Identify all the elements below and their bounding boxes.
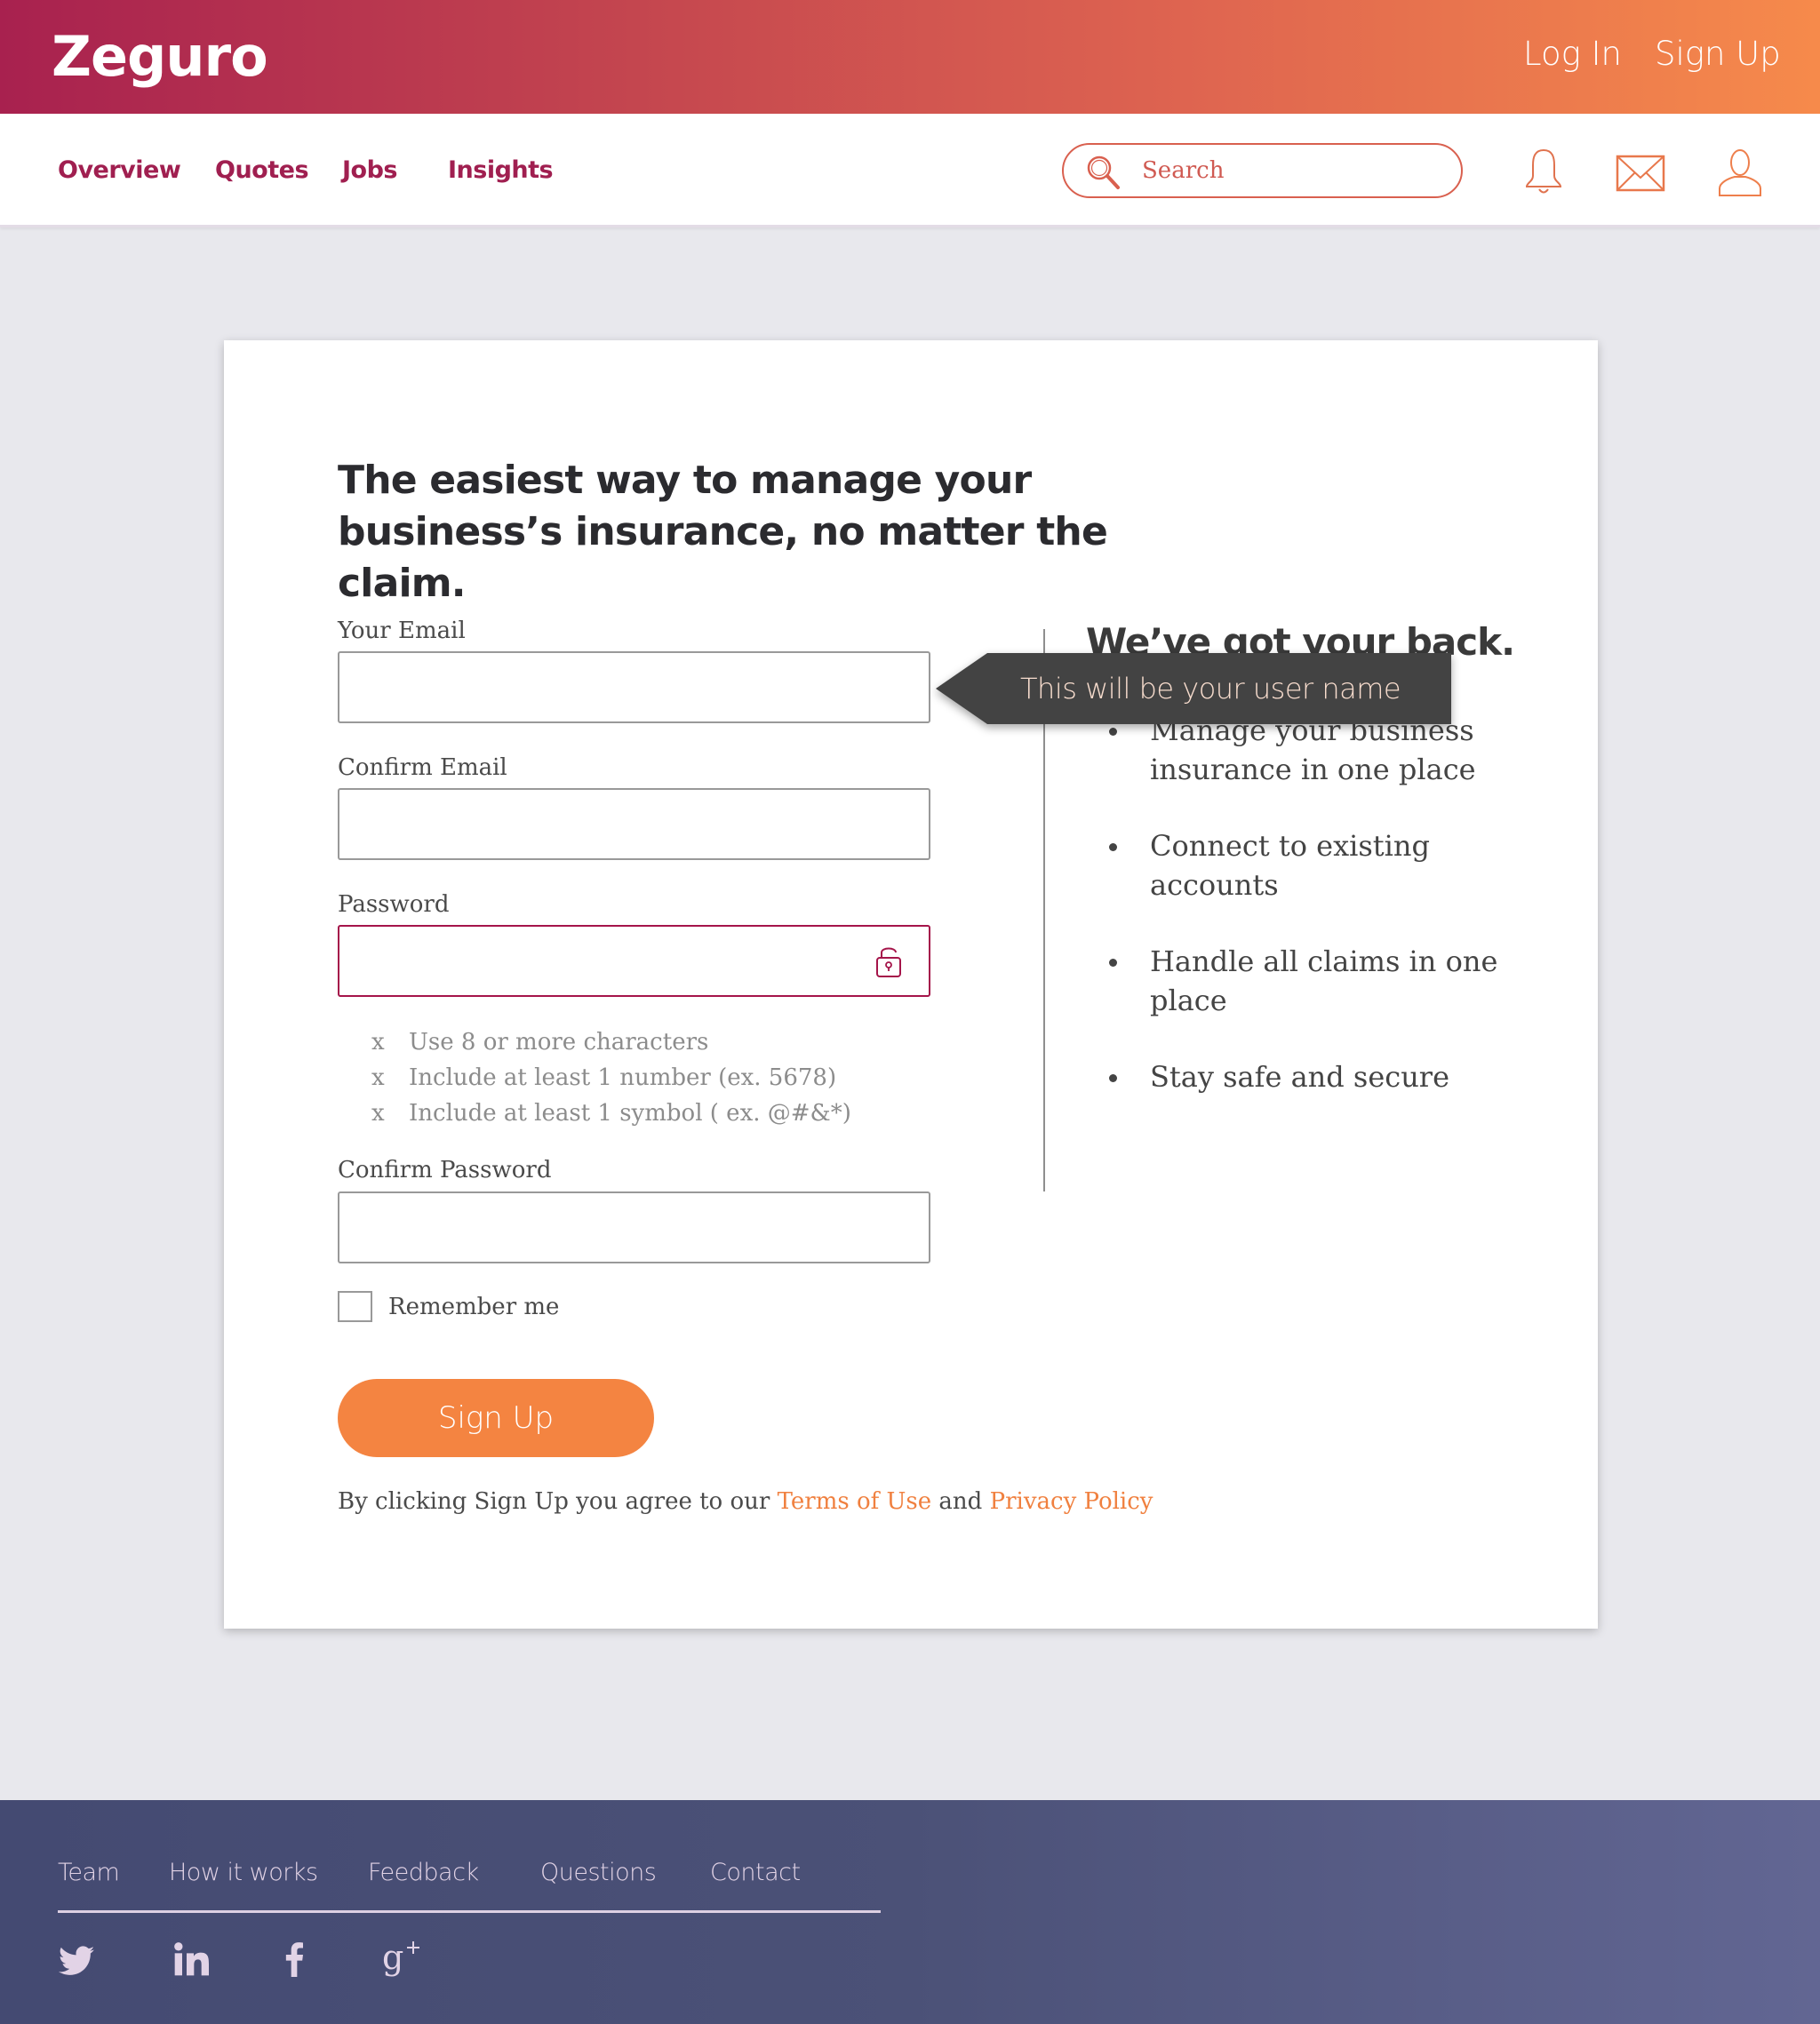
footer-link-questions[interactable]: Questions xyxy=(540,1855,657,1891)
benefits-list: Manage your business insurance in one pl… xyxy=(1109,711,1518,1096)
footer-divider xyxy=(58,1910,881,1913)
terms-of-use-link[interactable]: Terms of Use xyxy=(778,1488,932,1515)
signup-link[interactable]: Sign Up xyxy=(1655,32,1781,76)
username-tooltip: This will be your user name xyxy=(936,653,1451,724)
requirement-text: Use 8 or more characters xyxy=(409,1029,709,1056)
password-field[interactable] xyxy=(338,925,930,997)
requirement-text: Include at least 1 symbol ( ex. @#&*) xyxy=(409,1100,851,1127)
tooltip-text: This will be your user name xyxy=(1020,672,1401,705)
search-input[interactable] xyxy=(1142,152,1444,189)
twitter-icon[interactable] xyxy=(59,1945,94,1977)
nav-item-quotes[interactable]: Quotes xyxy=(215,153,309,188)
footer: Team How it works Feedback Questions Con… xyxy=(0,1800,1820,2024)
requirement-item: x Include at least 1 number (ex. 5678) xyxy=(371,1060,851,1096)
requirement-item: x Use 8 or more characters xyxy=(371,1024,851,1060)
nav-item-jobs[interactable]: Jobs xyxy=(342,153,398,188)
search-box[interactable] xyxy=(1062,143,1463,198)
confirm-email-field[interactable] xyxy=(338,788,930,860)
facebook-icon[interactable] xyxy=(284,1941,304,1977)
terms-middle: and xyxy=(931,1488,990,1515)
footer-link-how-it-works[interactable]: How it works xyxy=(169,1855,318,1891)
confirm-password-label: Confirm Password xyxy=(338,1157,552,1183)
terms-notice: By clicking Sign Up you agree to our Ter… xyxy=(338,1486,1153,1518)
nav-item-overview[interactable]: Overview xyxy=(58,153,181,188)
requirement-unmet-marker: x xyxy=(371,1100,385,1127)
requirement-text: Include at least 1 number (ex. 5678) xyxy=(409,1064,837,1091)
remember-me-checkbox[interactable] xyxy=(338,1291,372,1322)
confirm-password-field[interactable] xyxy=(338,1191,930,1263)
privacy-policy-link[interactable]: Privacy Policy xyxy=(990,1488,1153,1515)
user-icon[interactable] xyxy=(1717,147,1763,197)
benefit-item: Connect to existing accounts xyxy=(1109,826,1518,904)
mail-icon[interactable] xyxy=(1616,155,1665,192)
benefit-item: Handle all claims in one place xyxy=(1109,942,1518,1020)
linkedin-icon[interactable] xyxy=(173,1941,209,1977)
search-icon xyxy=(1087,155,1120,189)
footer-link-contact[interactable]: Contact xyxy=(710,1855,801,1891)
password-requirements: x Use 8 or more characters x Include at le… xyxy=(371,1024,851,1131)
requirement-unmet-marker: x xyxy=(371,1029,385,1056)
requirement-unmet-marker: x xyxy=(371,1064,385,1091)
confirm-email-label: Confirm Email xyxy=(338,754,507,781)
remember-me-label[interactable]: Remember me xyxy=(388,1291,559,1323)
benefit-item: Stay safe and secure xyxy=(1109,1057,1518,1096)
google-plus-icon[interactable]: g xyxy=(382,1939,423,1980)
svg-text:g: g xyxy=(382,1939,403,1977)
terms-prefix: By clicking Sign Up you agree to our xyxy=(338,1488,778,1515)
footer-link-team[interactable]: Team xyxy=(58,1855,120,1891)
unlock-icon[interactable] xyxy=(874,944,903,979)
nav-item-insights[interactable]: Insights xyxy=(448,153,554,188)
password-label: Password xyxy=(338,891,450,918)
email-label: Your Email xyxy=(338,618,466,644)
top-header: Zeguro Log In Sign Up xyxy=(0,0,1820,114)
zeguro-logo[interactable]: Zeguro xyxy=(52,21,268,92)
login-link[interactable]: Log In xyxy=(1523,32,1622,76)
page-headline: The easiest way to manage your business’… xyxy=(338,458,1108,606)
bell-icon[interactable] xyxy=(1522,147,1565,197)
footer-link-feedback[interactable]: Feedback xyxy=(368,1855,479,1891)
email-field[interactable] xyxy=(338,651,930,723)
requirement-item: x Include at least 1 symbol ( ex. @#&*) xyxy=(371,1096,851,1131)
sign-up-button[interactable]: Sign Up xyxy=(338,1379,654,1457)
